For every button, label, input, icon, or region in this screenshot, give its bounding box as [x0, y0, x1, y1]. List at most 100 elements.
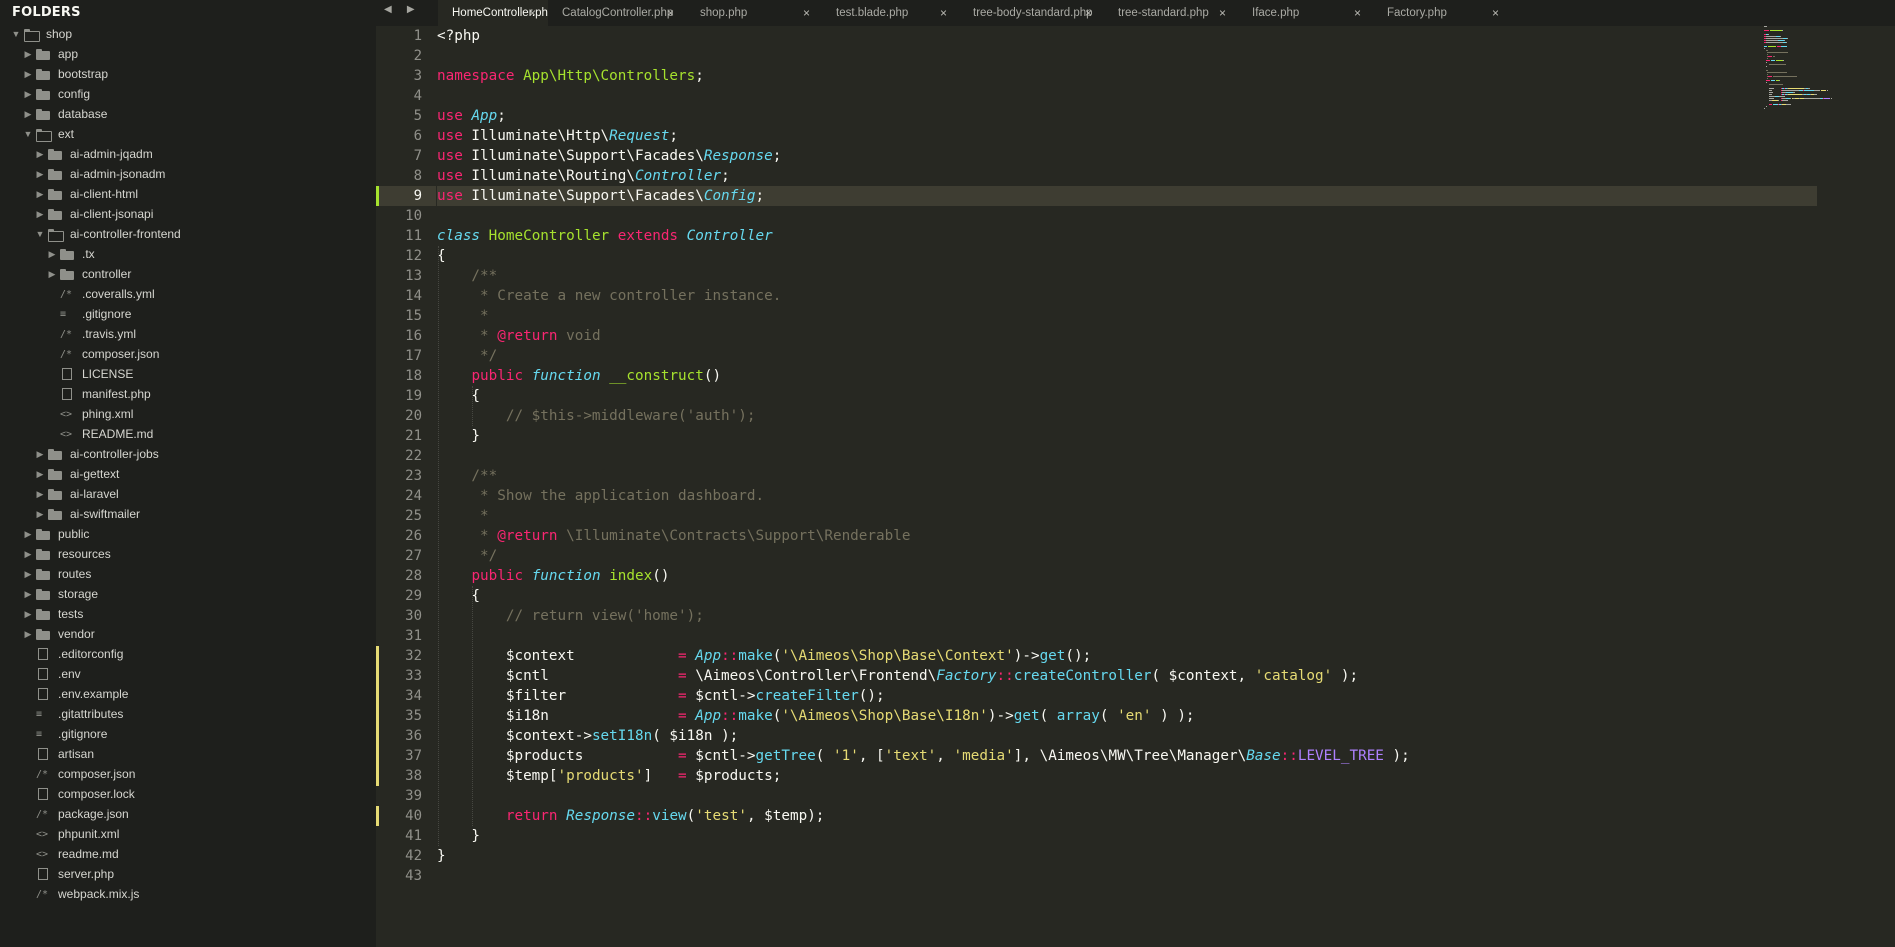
- code-line[interactable]: return Response::view('test', $temp);: [437, 806, 1817, 826]
- tree-file[interactable]: .env: [0, 664, 376, 684]
- tree-folder[interactable]: ▶ database: [0, 104, 376, 124]
- editor-tab[interactable]: tree-standard.php ×: [1104, 0, 1238, 26]
- code-line[interactable]: [437, 86, 1817, 106]
- tree-folder[interactable]: ▶ ai-laravel: [0, 484, 376, 504]
- tree-file[interactable]: artisan: [0, 744, 376, 764]
- disclosure-closed-icon[interactable]: ▶: [22, 629, 34, 640]
- tab-close-icon[interactable]: ×: [667, 0, 674, 26]
- code-line[interactable]: namespace App\Http\Controllers;: [437, 66, 1817, 86]
- tree-folder[interactable]: ▶ ai-client-jsonapi: [0, 204, 376, 224]
- disclosure-open-icon[interactable]: ▼: [22, 129, 34, 139]
- tree-folder[interactable]: ▶ storage: [0, 584, 376, 604]
- tab-close-icon[interactable]: ×: [1219, 0, 1226, 26]
- disclosure-closed-icon[interactable]: ▶: [22, 109, 34, 120]
- tree-file[interactable]: <> README.md: [0, 424, 376, 444]
- code-line[interactable]: $context = App::make('\Aimeos\Shop\Base\…: [437, 646, 1817, 666]
- disclosure-closed-icon[interactable]: ▶: [34, 169, 46, 180]
- code-line[interactable]: {: [437, 246, 1817, 266]
- tree-folder[interactable]: ▶ tests: [0, 604, 376, 624]
- editor-tab[interactable]: HomeController.php ×: [438, 0, 554, 26]
- tree-folder[interactable]: ▶ ai-client-html: [0, 184, 376, 204]
- code-line[interactable]: use Illuminate\Routing\Controller;: [437, 166, 1817, 186]
- code-line[interactable]: use Illuminate\Http\Request;: [437, 126, 1817, 146]
- code-line[interactable]: // return view('home');: [437, 606, 1817, 626]
- code-line[interactable]: * Create a new controller instance.: [437, 286, 1817, 306]
- tab-nav-arrows[interactable]: ◀ ▶: [384, 4, 421, 15]
- code-line[interactable]: * @return \Illuminate\Contracts\Support\…: [437, 526, 1817, 546]
- disclosure-closed-icon[interactable]: ▶: [22, 609, 34, 620]
- disclosure-closed-icon[interactable]: ▶: [46, 249, 58, 260]
- tree-file[interactable]: /* composer.json: [0, 344, 376, 364]
- tree-file[interactable]: LICENSE: [0, 364, 376, 384]
- tree-folder[interactable]: ▼ ai-controller-frontend: [0, 224, 376, 244]
- tree-folder[interactable]: ▶ ai-controller-jobs: [0, 444, 376, 464]
- disclosure-closed-icon[interactable]: ▶: [34, 489, 46, 500]
- tree-file[interactable]: manifest.php: [0, 384, 376, 404]
- tab-close-icon[interactable]: ×: [1085, 0, 1092, 26]
- code-line[interactable]: * Show the application dashboard.: [437, 486, 1817, 506]
- code-line[interactable]: public function __construct(): [437, 366, 1817, 386]
- tab-close-icon[interactable]: ×: [803, 0, 810, 26]
- code-line[interactable]: $products = $cntl->getTree( '1', ['text'…: [437, 746, 1817, 766]
- tab-close-icon[interactable]: ×: [529, 0, 536, 26]
- code-editor[interactable]: 1 2 3 4 5 6 7 8 9 10 11 12 13 14 15 16 17 18 19 20 21 22 23 24 2…: [376, 26, 1895, 947]
- code-line[interactable]: {: [437, 586, 1817, 606]
- editor-tab[interactable]: CatalogController.php ×: [548, 0, 686, 26]
- code-line[interactable]: use App;: [437, 106, 1817, 126]
- disclosure-closed-icon[interactable]: ▶: [22, 549, 34, 560]
- code-line[interactable]: $temp['products'] = $products;: [437, 766, 1817, 786]
- code-line[interactable]: [437, 46, 1817, 66]
- code-line[interactable]: [437, 206, 1817, 226]
- tree-folder[interactable]: ▶ config: [0, 84, 376, 104]
- tree-folder[interactable]: ▶ bootstrap: [0, 64, 376, 84]
- code-line[interactable]: {: [437, 386, 1817, 406]
- disclosure-closed-icon[interactable]: ▶: [34, 449, 46, 460]
- code-line[interactable]: [437, 446, 1817, 466]
- tree-folder[interactable]: ▶ resources: [0, 544, 376, 564]
- code-line[interactable]: }: [437, 846, 1817, 866]
- tree-file[interactable]: /* composer.json: [0, 764, 376, 784]
- code-line[interactable]: [437, 626, 1817, 646]
- tab-close-icon[interactable]: ×: [1354, 0, 1361, 26]
- tree-folder[interactable]: ▶ vendor: [0, 624, 376, 644]
- tree-file[interactable]: <> phing.xml: [0, 404, 376, 424]
- code-line[interactable]: $filter = $cntl->createFilter();: [437, 686, 1817, 706]
- disclosure-closed-icon[interactable]: ▶: [34, 469, 46, 480]
- code-line[interactable]: public function index(): [437, 566, 1817, 586]
- editor-tab[interactable]: Factory.php ×: [1373, 0, 1511, 26]
- code-line[interactable]: *: [437, 306, 1817, 326]
- tab-close-icon[interactable]: ×: [1492, 0, 1499, 26]
- code-line[interactable]: $i18n = App::make ('\Aimeos\Shop\Base\I18…: [437, 706, 1817, 726]
- code-line[interactable]: // $this->middleware('auth');: [437, 406, 1817, 426]
- disclosure-closed-icon[interactable]: ▶: [22, 529, 34, 540]
- tree-folder[interactable]: ▶ ai-gettext: [0, 464, 376, 484]
- tree-file[interactable]: server.php: [0, 864, 376, 884]
- tree-file[interactable]: /* .coveralls.yml: [0, 284, 376, 304]
- disclosure-open-icon[interactable]: ▼: [34, 229, 46, 239]
- tree-folder[interactable]: ▶ controller: [0, 264, 376, 284]
- code-line[interactable]: /**: [437, 466, 1817, 486]
- tree-file[interactable]: <> readme.md: [0, 844, 376, 864]
- tree-file[interactable]: /* webpack.mix.js: [0, 884, 376, 904]
- minimap[interactable]: [1764, 26, 1882, 136]
- tree-file[interactable]: .editorconfig: [0, 644, 376, 664]
- tree-folder[interactable]: ▶ ai-swiftmailer: [0, 504, 376, 524]
- disclosure-open-icon[interactable]: ▼: [10, 29, 22, 39]
- tree-folder[interactable]: ▼ shop: [0, 24, 376, 44]
- editor-tab[interactable]: Iface.php ×: [1238, 0, 1373, 26]
- tree-folder[interactable]: ▼ ext: [0, 124, 376, 144]
- tree-file[interactable]: ≡ .gitignore: [0, 724, 376, 744]
- tree-folder[interactable]: ▶ app: [0, 44, 376, 64]
- tree-file[interactable]: ≡ .gitattributes: [0, 704, 376, 724]
- code-line[interactable]: class HomeController extends Controller: [437, 226, 1817, 246]
- tree-file[interactable]: .env.example: [0, 684, 376, 704]
- tree-file[interactable]: composer.lock: [0, 784, 376, 804]
- code-line[interactable]: $cntl = \Aimeos\Controller\Frontend\Fact…: [437, 666, 1817, 686]
- code-area[interactable]: <?php namespace App\Http\Controllers; use …: [437, 26, 1817, 886]
- editor-tab[interactable]: shop.php ×: [686, 0, 822, 26]
- tree-folder[interactable]: ▶ public: [0, 524, 376, 544]
- disclosure-closed-icon[interactable]: ▶: [34, 209, 46, 220]
- tab-close-icon[interactable]: ×: [940, 0, 947, 26]
- tree-file[interactable]: <> phpunit.xml: [0, 824, 376, 844]
- editor-tab[interactable]: tree-body-standard.php ×: [959, 0, 1104, 26]
